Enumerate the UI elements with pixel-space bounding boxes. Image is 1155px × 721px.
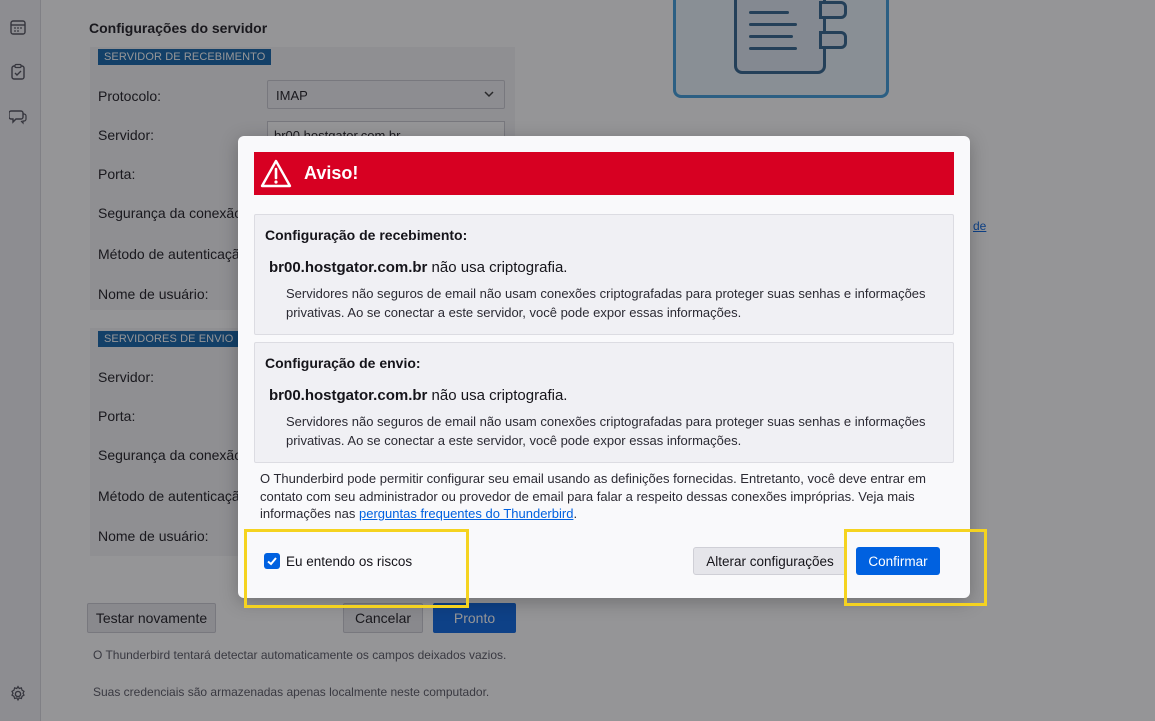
faq-link[interactable]: perguntas frequentes do Thunderbird (359, 506, 573, 521)
outgoing-warning-box: Configuração de envio: br00.hostgator.co… (254, 342, 954, 463)
checkbox-highlight-box (244, 529, 469, 608)
confirm-highlight-box (844, 529, 987, 606)
outgoing-host-suffix: não usa criptografia. (431, 387, 568, 404)
outgoing-host-line: br00.hostgator.com.br não usa criptograf… (269, 387, 567, 404)
footer-text-end: . (573, 506, 578, 521)
dialog-title: Aviso! (304, 163, 359, 183)
change-settings-button[interactable]: Alterar configurações (693, 547, 847, 575)
incoming-host-suffix: não usa criptografia. (431, 259, 568, 276)
dialog-footer-text: O Thunderbird pode permitir configurar s… (260, 470, 950, 523)
incoming-warning-description: Servidores não seguros de email não usam… (286, 286, 926, 320)
outgoing-warning-heading: Configuração de envio: (265, 355, 421, 371)
outgoing-host: br00.hostgator.com.br (269, 387, 428, 404)
incoming-warning-box: Configuração de recebimento: br00.hostga… (254, 214, 954, 335)
warning-banner: Aviso! (254, 152, 954, 195)
incoming-warning-heading: Configuração de recebimento: (265, 227, 468, 243)
incoming-host: br00.hostgator.com.br (269, 259, 428, 276)
warning-icon (260, 159, 292, 187)
outgoing-warning-description: Servidores não seguros de email não usam… (286, 414, 926, 448)
incoming-host-line: br00.hostgator.com.br não usa criptograf… (269, 259, 567, 276)
